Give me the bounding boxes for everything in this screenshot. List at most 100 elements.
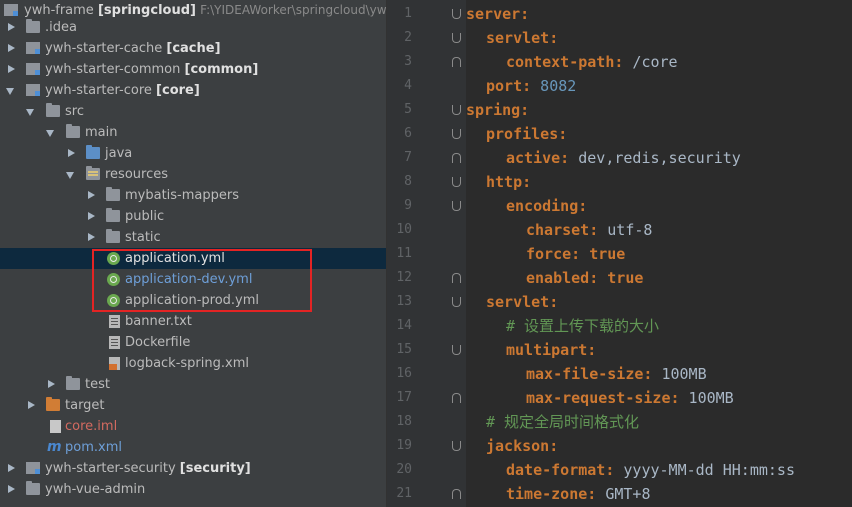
chevron-down-icon[interactable] bbox=[66, 172, 74, 179]
tree-row-static[interactable]: static bbox=[0, 227, 386, 248]
line-number: 10 bbox=[396, 222, 412, 237]
fold-open-icon[interactable] bbox=[452, 441, 461, 451]
fold-open-icon[interactable] bbox=[452, 297, 461, 307]
line-number: 2 bbox=[404, 30, 412, 45]
chevron-right-icon[interactable] bbox=[88, 233, 95, 241]
tree-row-vue-admin[interactable]: ywh-vue-admin bbox=[0, 479, 386, 500]
yaml-comment: # 规定全局时间格式化 bbox=[486, 413, 640, 431]
tree-row-pom-xml[interactable]: m pom.xml bbox=[0, 437, 386, 458]
code-line: # 规定全局时间格式化 bbox=[486, 410, 639, 434]
fold-open-icon[interactable] bbox=[452, 9, 461, 19]
tree-row-java[interactable]: java bbox=[0, 143, 386, 164]
yaml-key: max-file-size: bbox=[526, 365, 653, 383]
chevron-right-icon[interactable] bbox=[8, 464, 15, 472]
code-line: context-path: /core bbox=[506, 50, 678, 74]
tree-label: main bbox=[85, 125, 118, 140]
yaml-key: force: bbox=[526, 245, 581, 263]
chevron-right-icon[interactable] bbox=[28, 401, 35, 409]
fold-open-icon[interactable] bbox=[452, 177, 461, 187]
tree-row-main[interactable]: main bbox=[0, 122, 386, 143]
source-folder-icon bbox=[86, 145, 100, 159]
line-number: 3 bbox=[404, 54, 412, 69]
line-number: 1 bbox=[404, 6, 412, 21]
line-number: 17 bbox=[396, 390, 412, 405]
tree-row-target[interactable]: target bbox=[0, 395, 386, 416]
tree-row-banner-txt[interactable]: banner.txt bbox=[0, 311, 386, 332]
chevron-right-icon[interactable] bbox=[48, 380, 55, 388]
yaml-key: context-path: bbox=[506, 53, 624, 71]
yaml-key: multipart: bbox=[506, 341, 597, 359]
tree-row-test[interactable]: test bbox=[0, 374, 386, 395]
fold-open-icon[interactable] bbox=[452, 33, 461, 43]
tree-row-starter-core[interactable]: ywh-starter-core [core] bbox=[0, 80, 386, 101]
chevron-right-icon[interactable] bbox=[88, 212, 95, 220]
fold-open-icon[interactable] bbox=[452, 129, 461, 139]
line-number: 20 bbox=[396, 462, 412, 477]
chevron-down-icon[interactable] bbox=[46, 130, 54, 137]
chevron-right-icon[interactable] bbox=[8, 23, 15, 31]
tree-row-idea[interactable]: .idea bbox=[0, 17, 386, 38]
fold-close-icon[interactable] bbox=[452, 393, 461, 403]
fold-close-icon[interactable] bbox=[452, 153, 461, 163]
fold-open-icon[interactable] bbox=[452, 345, 461, 355]
tree-row-dockerfile[interactable]: Dockerfile bbox=[0, 332, 386, 353]
module-icon bbox=[26, 63, 40, 75]
yaml-value: 100MB bbox=[652, 365, 707, 383]
code-line: servlet: bbox=[486, 290, 558, 314]
chevron-down-icon[interactable] bbox=[26, 109, 34, 116]
code-line: active: dev,redis,security bbox=[506, 146, 741, 170]
line-number: 14 bbox=[396, 318, 412, 333]
line-number: 12 bbox=[396, 270, 412, 285]
yaml-key: http: bbox=[486, 173, 532, 191]
tree-label: .idea bbox=[45, 20, 77, 35]
fold-close-icon[interactable] bbox=[452, 273, 461, 283]
tree-label: core.iml bbox=[65, 419, 118, 434]
ide-window: ywh-frame [springcloud] F:\YIDEAWorker\s… bbox=[0, 0, 852, 507]
chevron-right-icon[interactable] bbox=[8, 44, 15, 52]
module-tag: [common] bbox=[184, 62, 259, 77]
tree-row-starter-common[interactable]: ywh-starter-common [common] bbox=[0, 59, 386, 80]
tree-row-starter-cache[interactable]: ywh-starter-cache [cache] bbox=[0, 38, 386, 59]
line-number: 6 bbox=[404, 126, 412, 141]
code-line: max-file-size: 100MB bbox=[526, 362, 707, 386]
chevron-right-icon[interactable] bbox=[8, 485, 15, 493]
chevron-right-icon[interactable] bbox=[68, 149, 75, 157]
line-number: 15 bbox=[396, 342, 412, 357]
project-path: F:\YIDEAWorker\springcloud\ywh-fr bbox=[200, 3, 386, 17]
folder-icon bbox=[66, 124, 80, 138]
folder-icon bbox=[106, 187, 120, 201]
tree-label: target bbox=[65, 398, 105, 413]
file-icon bbox=[109, 336, 120, 349]
code-line: servlet: bbox=[486, 26, 558, 50]
fold-open-icon[interactable] bbox=[452, 105, 461, 115]
fold-close-icon[interactable] bbox=[452, 489, 461, 499]
fold-open-icon[interactable] bbox=[452, 201, 461, 211]
line-number: 4 bbox=[404, 78, 412, 93]
tree-row-core-iml[interactable]: core.iml bbox=[0, 416, 386, 437]
module-tag: [cache] bbox=[166, 41, 221, 56]
code-editor[interactable]: server: servlet: context-path: /core port: … bbox=[466, 0, 852, 507]
folder-icon bbox=[66, 376, 80, 390]
line-number: 18 bbox=[396, 414, 412, 429]
excluded-folder-icon bbox=[46, 397, 60, 411]
yaml-key: profiles: bbox=[486, 125, 568, 143]
chevron-down-icon[interactable] bbox=[6, 88, 14, 95]
code-line: force: true bbox=[526, 242, 625, 266]
tree-row-public[interactable]: public bbox=[0, 206, 386, 227]
tree-row-src[interactable]: src bbox=[0, 101, 386, 122]
tree-row-logback-xml[interactable]: logback-spring.xml bbox=[0, 353, 386, 374]
fold-close-icon[interactable] bbox=[452, 57, 461, 67]
tree-row-starter-security[interactable]: ywh-starter-security [security] bbox=[0, 458, 386, 479]
chevron-right-icon[interactable] bbox=[8, 65, 15, 73]
tree-label: src bbox=[65, 104, 84, 119]
tree-label: ywh-starter-core bbox=[45, 83, 152, 98]
tree-label: public bbox=[125, 209, 165, 224]
tree-label: pom.xml bbox=[65, 440, 122, 455]
yaml-value: true bbox=[598, 269, 644, 287]
code-line: charset: utf-8 bbox=[526, 218, 652, 242]
chevron-right-icon[interactable] bbox=[88, 191, 95, 199]
tree-row-mybatis-mappers[interactable]: mybatis-mappers bbox=[0, 185, 386, 206]
tree-label: static bbox=[125, 230, 161, 245]
tree-row-resources[interactable]: resources bbox=[0, 164, 386, 185]
maven-icon: m bbox=[47, 439, 62, 455]
